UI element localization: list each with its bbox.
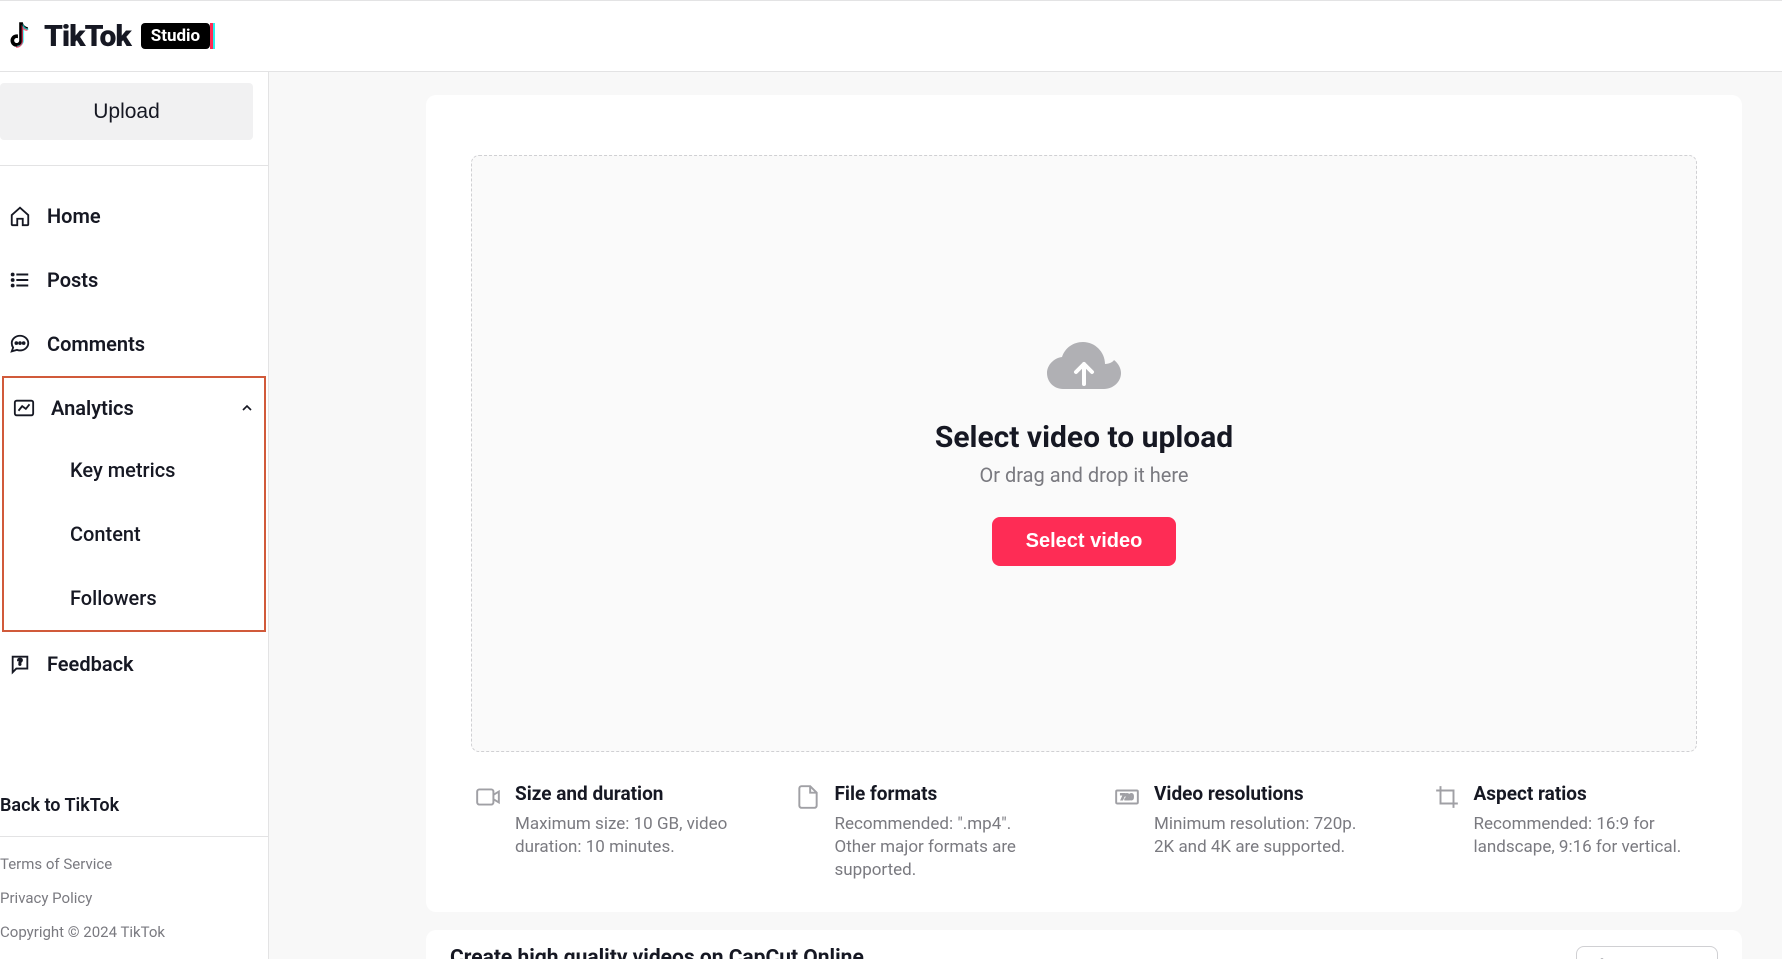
dropzone-title: Select video to upload bbox=[935, 420, 1233, 455]
copyright-text: Copyright © 2024 TikTok bbox=[0, 915, 268, 949]
spec-desc: Recommended: 16:9 for landscape, 9:16 fo… bbox=[1474, 813, 1694, 859]
spec-desc: Maximum size: 10 GB, video duration: 10 … bbox=[515, 813, 735, 859]
sidebar-subitem-key-metrics[interactable]: Key metrics bbox=[4, 438, 264, 502]
capcut-card: Create high quality videos on CapCut Onl… bbox=[426, 930, 1742, 959]
privacy-link[interactable]: Privacy Policy bbox=[0, 881, 268, 915]
spec-title: Size and duration bbox=[515, 782, 735, 805]
sidebar-item-label: Analytics bbox=[51, 396, 134, 420]
capcut-title: Create high quality videos on CapCut Onl… bbox=[450, 946, 1133, 959]
tiktok-note-icon bbox=[6, 20, 34, 52]
resolution-icon: 720 bbox=[1114, 784, 1140, 882]
main-content: Select video to upload Or drag and drop … bbox=[269, 72, 1782, 959]
brand-logo[interactable]: TikTok Studio bbox=[6, 19, 210, 54]
spec-title: Aspect ratios bbox=[1474, 782, 1694, 805]
sidebar-item-label: Comments bbox=[47, 332, 145, 356]
sidebar-item-analytics[interactable]: Analytics bbox=[4, 378, 264, 438]
upload-button[interactable]: Upload bbox=[0, 83, 253, 140]
analytics-icon bbox=[13, 397, 35, 419]
spec-size-duration: Size and duration Maximum size: 10 GB, v… bbox=[475, 782, 735, 882]
spec-resolutions: 720 Video resolutions Minimum resolution… bbox=[1114, 782, 1374, 882]
comment-icon bbox=[9, 333, 31, 355]
upload-specs: Size and duration Maximum size: 10 GB, v… bbox=[471, 782, 1697, 882]
list-icon bbox=[9, 269, 31, 291]
home-icon bbox=[9, 205, 31, 227]
brand-text: TikTok bbox=[44, 19, 131, 54]
svg-text:?: ? bbox=[18, 658, 23, 668]
terms-link[interactable]: Terms of Service bbox=[0, 847, 268, 881]
back-to-tiktok-link[interactable]: Back to TikTok bbox=[0, 785, 268, 826]
try-now-button[interactable]: Try now bbox=[1576, 946, 1718, 959]
sidebar-item-label: Posts bbox=[47, 268, 98, 292]
feedback-icon: ? bbox=[9, 653, 31, 675]
video-icon bbox=[475, 784, 501, 882]
upload-card: Select video to upload Or drag and drop … bbox=[426, 95, 1742, 912]
sidebar-subitem-followers[interactable]: Followers bbox=[4, 566, 264, 630]
sidebar-item-label: Feedback bbox=[47, 652, 134, 676]
sidebar-item-posts[interactable]: Posts bbox=[0, 248, 268, 312]
sidebar-item-feedback[interactable]: ? Feedback bbox=[0, 632, 268, 696]
file-icon bbox=[795, 784, 821, 882]
sidebar: Upload Home Posts Comments bbox=[0, 72, 269, 959]
spec-file-formats: File formats Recommended: ".mp4". Other … bbox=[795, 782, 1055, 882]
header: TikTok Studio bbox=[0, 0, 1782, 72]
upload-dropzone[interactable]: Select video to upload Or drag and drop … bbox=[471, 155, 1697, 752]
spec-aspect-ratios: Aspect ratios Recommended: 16:9 for land… bbox=[1434, 782, 1694, 882]
sidebar-item-comments[interactable]: Comments bbox=[0, 312, 268, 376]
studio-badge: Studio bbox=[141, 23, 210, 49]
chevron-up-icon bbox=[239, 400, 255, 416]
sidebar-item-home[interactable]: Home bbox=[0, 184, 268, 248]
crop-icon bbox=[1434, 784, 1460, 882]
sidebar-subitem-content[interactable]: Content bbox=[4, 502, 264, 566]
spec-title: Video resolutions bbox=[1154, 782, 1374, 805]
dropzone-subtitle: Or drag and drop it here bbox=[979, 463, 1188, 487]
spec-desc: Minimum resolution: 720p. 2K and 4K are … bbox=[1154, 813, 1374, 859]
cloud-upload-icon bbox=[1047, 342, 1121, 400]
svg-text:720: 720 bbox=[1121, 793, 1134, 802]
sidebar-item-label: Home bbox=[47, 204, 101, 228]
spec-title: File formats bbox=[835, 782, 1055, 805]
analytics-section-highlighted: Analytics Key metrics Content Followers bbox=[2, 376, 266, 632]
spec-desc: Recommended: ".mp4". Other major formats… bbox=[835, 813, 1055, 882]
select-video-button[interactable]: Select video bbox=[992, 517, 1177, 566]
